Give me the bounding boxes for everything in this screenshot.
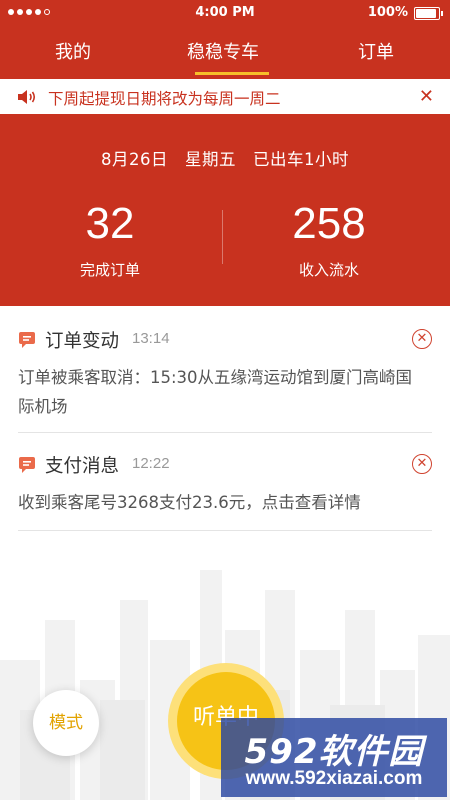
close-icon[interactable]: ✕ xyxy=(412,454,432,474)
battery-icon xyxy=(414,7,443,20)
battery-percent: 100% xyxy=(367,5,408,20)
divider xyxy=(18,432,432,433)
message-time: 13:14 xyxy=(132,330,170,347)
watermark-brand: 592软件园 xyxy=(244,732,424,772)
tab-premium-car[interactable]: 稳稳专车 xyxy=(187,38,259,64)
notice-banner[interactable]: 下周起提现日期将改为每周一周二 ✕ xyxy=(0,79,450,114)
watermark-url: www.592xiazai.com xyxy=(245,768,423,789)
tab-orders[interactable]: 订单 xyxy=(358,38,394,64)
mode-button[interactable]: 模式 xyxy=(33,690,99,756)
message-title: 订单变动 xyxy=(45,331,120,352)
completed-orders-value: 32 xyxy=(85,199,135,248)
message-time: 12:22 xyxy=(132,455,170,472)
watermark-logo: 592软件园 www.592xiazai.com xyxy=(221,718,447,797)
speaker-icon xyxy=(17,89,37,109)
divider xyxy=(18,530,432,531)
date-status-line: 8月26日 星期五 已出车1小时 xyxy=(101,150,349,169)
message-title: 支付消息 xyxy=(45,456,120,477)
status-bar: 4:00 PM 100% xyxy=(0,0,450,26)
income-label: 收入流水 xyxy=(298,261,359,279)
notice-text: 下周起提现日期将改为每周一周二 xyxy=(48,90,281,108)
tab-mine[interactable]: 我的 xyxy=(55,38,91,64)
close-icon[interactable]: ✕ xyxy=(419,86,434,107)
message-icon xyxy=(18,456,36,478)
message-body: 订单被乘客取消：15:30从五缘湾运动馆到厦门高崎国际机场 xyxy=(18,368,413,416)
stat-divider xyxy=(222,210,223,264)
income-value: 258 xyxy=(292,199,366,248)
completed-orders-label: 完成订单 xyxy=(79,261,140,279)
top-tabs: 我的 稳稳专车 订单 xyxy=(0,26,450,76)
close-icon[interactable]: ✕ xyxy=(412,329,432,349)
message-icon xyxy=(18,331,36,353)
active-tab-indicator xyxy=(195,72,269,75)
message-body: 收到乘客尾号3268支付23.6元，点击查看详情 xyxy=(18,493,361,512)
